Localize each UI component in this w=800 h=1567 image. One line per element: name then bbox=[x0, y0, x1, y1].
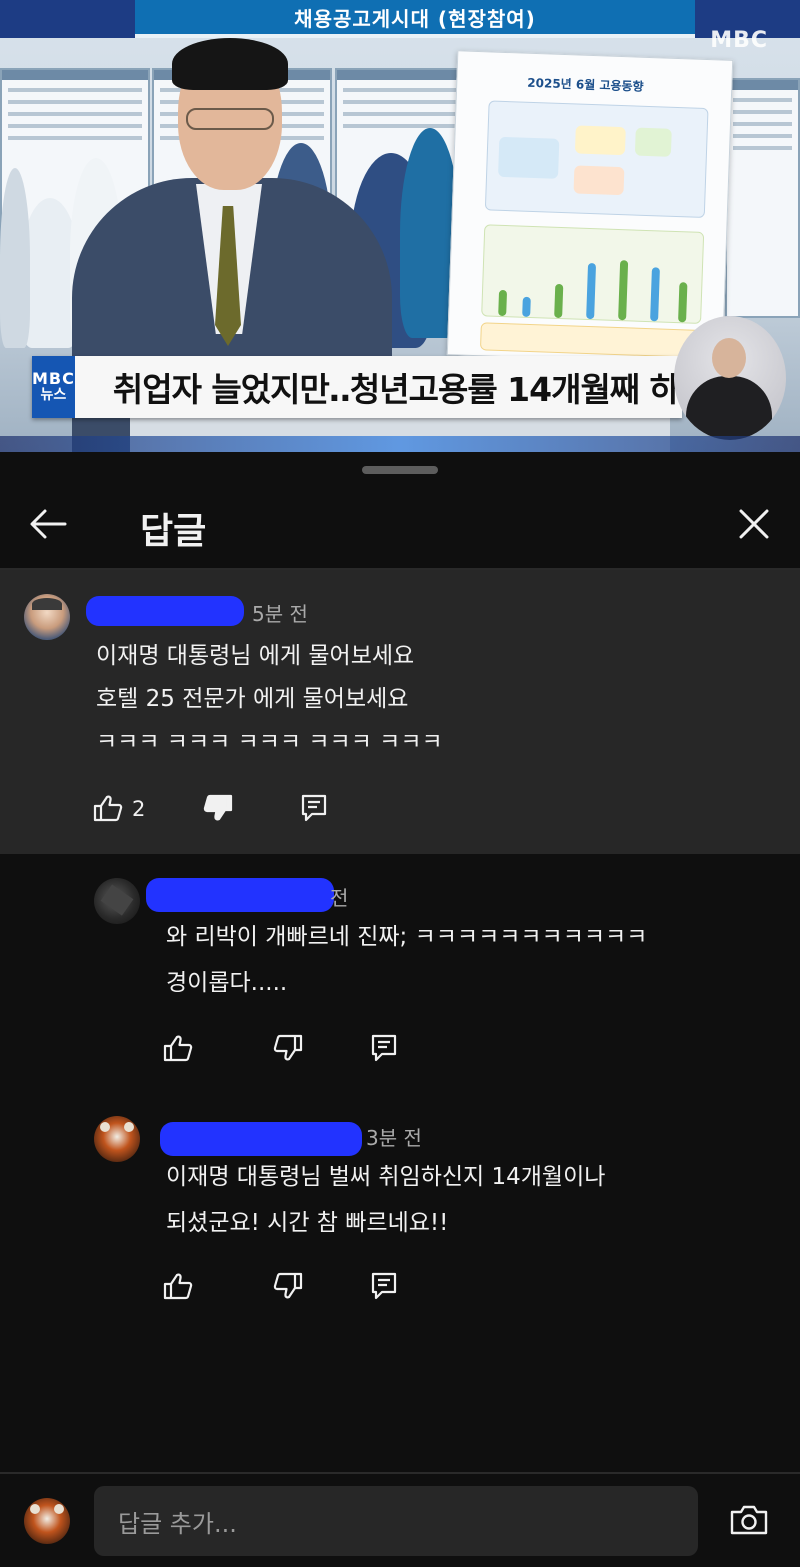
mbc-news-logo: MBC 뉴스 bbox=[32, 356, 75, 418]
replies-panel: 답글 5분 전 이재명 대통령님 에게 물어보세요 호텔 25 전문가 에게 물… bbox=[0, 452, 800, 1567]
comment-timestamp: 5분 전 bbox=[252, 602, 308, 626]
studio-bar-left bbox=[0, 0, 135, 38]
avatar[interactable] bbox=[94, 1116, 140, 1162]
like-button[interactable] bbox=[158, 1028, 198, 1068]
reply-button[interactable] bbox=[294, 788, 334, 828]
like-count: 2 bbox=[132, 797, 146, 821]
close-icon bbox=[739, 509, 769, 539]
reply-button[interactable] bbox=[364, 1266, 404, 1306]
reply-icon bbox=[371, 1034, 397, 1062]
parent-comment: 5분 전 이재명 대통령님 에게 물어보세요 호텔 25 전문가 에게 물어보세… bbox=[0, 570, 800, 854]
video-player[interactable]: 채용공고게시대 (현장참여) MBC 2025년 6월 고용동향 MBC 뉴스 … bbox=[0, 0, 800, 452]
thumbs-down-icon bbox=[273, 1272, 303, 1299]
dislike-button[interactable] bbox=[198, 788, 238, 828]
page-title: 답글 bbox=[140, 511, 207, 552]
like-button[interactable] bbox=[88, 788, 128, 828]
reply-composer: 답글 추가... bbox=[0, 1474, 800, 1567]
comment-text-line: ㅋㅋㅋ ㅋㅋㅋ ㅋㅋㅋ ㅋㅋㅋ ㅋㅋㅋ bbox=[96, 731, 443, 751]
author-name-redacted[interactable] bbox=[86, 596, 244, 626]
dislike-button[interactable] bbox=[268, 1028, 308, 1068]
reply-comment: 전 와 리박이 개빠르네 진짜; ㅋㅋㅋㅋㅋㅋㅋㅋㅋㅋㅋ 경이롭다..... bbox=[0, 854, 800, 1094]
thumbs-up-icon bbox=[93, 795, 123, 822]
like-button[interactable] bbox=[158, 1266, 198, 1306]
avatar[interactable] bbox=[94, 878, 140, 924]
author-name-redacted[interactable] bbox=[160, 1122, 362, 1156]
dislike-button[interactable] bbox=[268, 1266, 308, 1306]
comment-text-line: 이재명 대통령님 에게 물어보세요 bbox=[96, 643, 415, 669]
reply-button[interactable] bbox=[364, 1028, 404, 1068]
comment-text-line: 이재명 대통령님 벌써 취임하신지 14개월이나 bbox=[166, 1164, 606, 1190]
camera-icon bbox=[730, 1505, 768, 1535]
news-lower-third: MBC 뉴스 취업자 늘었지만‥청년고용률 14개월째 하락 bbox=[32, 356, 709, 418]
reply-icon bbox=[301, 794, 327, 822]
sign-language-interpreter bbox=[674, 316, 786, 440]
my-avatar bbox=[24, 1498, 70, 1544]
drag-handle[interactable] bbox=[362, 466, 438, 474]
comment-text-line: 와 리박이 개빠르네 진짜; ㅋㅋㅋㅋㅋㅋㅋㅋㅋㅋㅋ bbox=[166, 924, 648, 950]
reply-icon bbox=[371, 1272, 397, 1300]
news-headline: 취업자 늘었지만‥청년고용률 14개월째 하락 bbox=[112, 370, 710, 409]
close-button[interactable] bbox=[730, 500, 778, 548]
back-button[interactable] bbox=[24, 500, 72, 548]
comment-text-line: 호텔 25 전문가 에게 물어보세요 bbox=[96, 686, 409, 712]
arrow-left-icon bbox=[30, 509, 67, 539]
comment-text-line: 되셨군요! 시간 참 빠르네요!! bbox=[166, 1210, 449, 1236]
thumbs-up-icon bbox=[163, 1273, 193, 1300]
avatar[interactable] bbox=[24, 594, 70, 640]
author-name-redacted[interactable] bbox=[146, 878, 334, 912]
comment-text-line: 경이롭다..... bbox=[166, 970, 288, 996]
camera-button[interactable] bbox=[726, 1500, 772, 1540]
studio-banner: 채용공고게시대 (현장참여) bbox=[135, 0, 695, 38]
employment-poster: 2025년 6월 고용동향 bbox=[446, 50, 734, 365]
thumbs-up-icon bbox=[163, 1035, 193, 1062]
thumbs-down-icon bbox=[273, 1034, 303, 1061]
comment-timestamp: 3분 전 bbox=[366, 1126, 422, 1150]
add-reply-input[interactable]: 답글 추가... bbox=[94, 1486, 698, 1556]
thumbs-down-icon bbox=[203, 794, 233, 821]
reply-comment: 3분 전 이재명 대통령님 벌써 취임하신지 14개월이나 되셨군요! 시간 참… bbox=[0, 1094, 800, 1334]
replies-header: 답글 bbox=[0, 482, 800, 568]
comment-timestamp: 전 bbox=[330, 886, 349, 910]
